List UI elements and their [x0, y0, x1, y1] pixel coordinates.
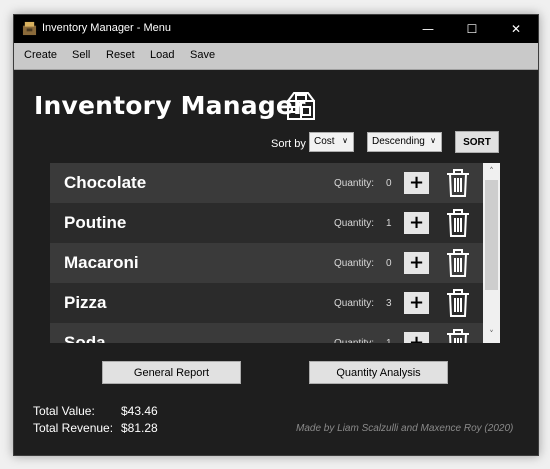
menu-sell[interactable]: Sell — [72, 49, 90, 61]
menu-save[interactable]: Save — [190, 49, 215, 61]
app-window: Inventory Manager - Menu — ☐ ✕ Create Se… — [13, 14, 539, 456]
trash-icon[interactable] — [445, 208, 471, 238]
sort-order-select[interactable]: Descending ∨ — [367, 132, 442, 152]
trash-icon[interactable] — [445, 248, 471, 278]
menu-reset[interactable]: Reset — [106, 49, 135, 61]
sort-button[interactable]: SORT — [455, 131, 499, 153]
total-revenue: $81.28 — [121, 421, 158, 435]
quantity-label: Quantity: — [334, 338, 374, 343]
add-quantity-button[interactable]: + — [404, 172, 429, 194]
quantity-value: 0 — [386, 178, 392, 189]
quantity-value: 1 — [386, 338, 392, 343]
quantity-label: Quantity: — [334, 258, 375, 269]
add-quantity-button[interactable]: + — [404, 332, 429, 343]
scroll-up-button[interactable]: ˄ — [483, 163, 500, 180]
product-name: Pizza — [64, 293, 107, 312]
sort-field-select[interactable]: Cost ∨ — [309, 132, 354, 152]
product-row: Macaroni Quantity: 0 + — [50, 243, 483, 283]
add-quantity-button[interactable]: + — [404, 252, 429, 274]
quantity-label: Quantity: — [334, 178, 375, 189]
scroll-thumb[interactable] — [485, 180, 498, 290]
quantity-analysis-button[interactable]: Quantity Analysis — [309, 361, 448, 384]
menu-load[interactable]: Load — [150, 49, 174, 61]
maximize-button[interactable]: ☐ — [450, 15, 494, 43]
product-list: Chocolate Quantity: 0 + Poutine Quantity… — [50, 163, 483, 343]
trash-icon[interactable] — [445, 328, 471, 343]
quantity-label: Quantity: — [334, 298, 375, 309]
chevron-down-icon: ∨ — [342, 136, 348, 145]
app-icon — [22, 21, 37, 36]
total-revenue-label: Total Revenue: — [33, 421, 114, 435]
chevron-down-icon: ∨ — [430, 136, 436, 145]
scroll-down-button[interactable]: ˅ — [483, 326, 500, 343]
product-name: Poutine — [64, 213, 127, 232]
total-value-label: Total Value: — [33, 404, 95, 418]
product-name: Soda — [64, 333, 106, 343]
product-name: Macaroni — [64, 253, 139, 272]
inventory-box-icon — [287, 92, 315, 120]
credits-text: Made by Liam Scalzulli and Maxence Roy (… — [296, 423, 514, 434]
product-row: Soda Quantity: 1 + — [50, 323, 483, 343]
product-row: Pizza Quantity: 3 + — [50, 283, 483, 323]
vertical-scrollbar[interactable]: ˄ ˅ — [483, 163, 500, 343]
general-report-button[interactable]: General Report — [102, 361, 241, 384]
menu-bar: Create Sell Reset Load Save — [14, 43, 538, 70]
product-row: Chocolate Quantity: 0 + — [50, 163, 483, 203]
total-value: $43.46 — [121, 404, 158, 418]
add-quantity-button[interactable]: + — [404, 292, 429, 314]
product-name: Chocolate — [64, 173, 147, 192]
trash-icon[interactable] — [445, 168, 471, 198]
sort-field-value: Cost — [314, 136, 335, 147]
quantity-value: 3 — [386, 298, 392, 309]
trash-icon[interactable] — [445, 288, 471, 318]
title-bar[interactable]: Inventory Manager - Menu — ☐ ✕ — [14, 15, 538, 43]
page-title: Inventory Manager — [34, 91, 306, 120]
window-title: Inventory Manager - Menu — [42, 22, 172, 34]
sort-order-value: Descending — [372, 136, 425, 147]
quantity-label: Quantity: — [334, 218, 375, 229]
product-row: Poutine Quantity: 1 + — [50, 203, 483, 243]
minimize-button[interactable]: — — [406, 15, 450, 43]
menu-create[interactable]: Create — [24, 49, 57, 61]
add-quantity-button[interactable]: + — [404, 212, 429, 234]
quantity-value: 0 — [386, 258, 392, 269]
quantity-value: 1 — [386, 218, 392, 229]
close-button[interactable]: ✕ — [494, 15, 538, 43]
sort-by-label: Sort by — [271, 138, 306, 150]
